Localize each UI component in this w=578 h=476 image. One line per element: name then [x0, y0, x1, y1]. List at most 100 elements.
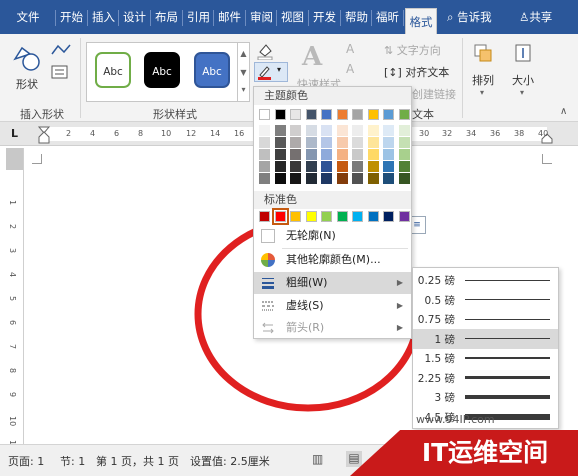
theme-color-swatch[interactable] [398, 109, 410, 120]
weight-option[interactable]: 1.5 磅 [413, 348, 558, 368]
standard-color-swatch[interactable] [398, 211, 410, 222]
theme-color-swatch[interactable] [336, 109, 348, 120]
tab-1[interactable]: 文件 [6, 0, 50, 34]
theme-shade-swatch[interactable] [352, 125, 363, 136]
theme-shade-swatch[interactable] [274, 125, 286, 136]
shape-fill-icon[interactable] [256, 42, 276, 60]
shape-outline-button[interactable]: ▾ [254, 62, 288, 82]
tab-6[interactable]: 引用 [184, 0, 213, 34]
page-indicator[interactable]: 页面: 1 [8, 453, 44, 469]
indent-marker-icon[interactable] [38, 126, 50, 144]
standard-color-swatch[interactable] [352, 211, 363, 222]
print-layout-icon[interactable]: ▤ [346, 451, 362, 467]
theme-shade-swatch[interactable] [305, 149, 317, 160]
theme-shade-swatch[interactable] [259, 125, 270, 136]
edit-shape-icon[interactable] [50, 42, 72, 58]
shape-style-sample[interactable]: Abc [194, 52, 230, 88]
theme-shade-swatch[interactable] [352, 149, 363, 160]
wordart-icon[interactable]: A [302, 42, 322, 72]
scroll-up-icon[interactable]: ▲ [238, 49, 249, 58]
arrange-label[interactable]: 排列 [466, 72, 500, 88]
theme-shade-swatch[interactable] [259, 173, 270, 184]
standard-color-swatch[interactable] [271, 208, 289, 225]
theme-shade-swatch[interactable] [259, 161, 270, 172]
scroll-down-icon[interactable]: ▼ [238, 68, 249, 77]
standard-color-swatch[interactable] [290, 211, 301, 222]
chevron-down-icon[interactable]: ▾ [480, 88, 484, 97]
theme-shade-swatch[interactable] [398, 125, 410, 136]
tab-11[interactable]: 帮助 [342, 0, 371, 34]
theme-shade-swatch[interactable] [398, 137, 410, 148]
text-fill-icon[interactable]: A [346, 42, 354, 56]
theme-color-swatch[interactable] [259, 109, 270, 120]
share-button[interactable]: ♙共享 [519, 0, 552, 34]
theme-shade-swatch[interactable] [321, 161, 332, 172]
weight-option[interactable]: 3 磅 [413, 387, 558, 407]
standard-color-swatch[interactable] [259, 211, 270, 222]
chevron-down-icon[interactable]: ▾ [520, 88, 524, 97]
standard-color-swatch[interactable] [305, 211, 317, 222]
theme-shade-swatch[interactable] [367, 137, 379, 148]
expand-gallery-icon[interactable]: ▾ [238, 85, 249, 94]
theme-shade-swatch[interactable] [305, 137, 317, 148]
theme-color-swatch[interactable] [383, 109, 394, 120]
theme-shade-swatch[interactable] [383, 149, 394, 160]
theme-shade-swatch[interactable] [290, 125, 301, 136]
theme-shade-swatch[interactable] [352, 137, 363, 148]
theme-shade-swatch[interactable] [274, 173, 286, 184]
theme-shade-swatch[interactable] [383, 137, 394, 148]
theme-shade-swatch[interactable] [290, 173, 301, 184]
text-box-icon[interactable] [50, 64, 72, 80]
tell-me-search[interactable]: ⌕ 告诉我 [447, 0, 492, 34]
dashes-item[interactable]: 虚线(S) ▶ [254, 295, 411, 317]
theme-shade-swatch[interactable] [305, 125, 317, 136]
theme-shade-swatch[interactable] [383, 173, 394, 184]
text-outline-icon[interactable]: A [346, 62, 354, 76]
shapes-button-label[interactable]: 形状 [12, 76, 42, 92]
standard-color-swatch[interactable] [321, 211, 332, 222]
theme-shade-swatch[interactable] [321, 137, 332, 148]
standard-color-swatch[interactable] [367, 211, 379, 222]
theme-shade-swatch[interactable] [305, 173, 317, 184]
size-icon[interactable] [512, 42, 534, 64]
theme-shade-swatch[interactable] [383, 125, 394, 136]
theme-shade-swatch[interactable] [336, 161, 348, 172]
theme-shade-swatch[interactable] [367, 125, 379, 136]
theme-shade-swatch[interactable] [321, 149, 332, 160]
shape-style-sample[interactable]: Abc [95, 52, 131, 88]
theme-shade-swatch[interactable] [352, 173, 363, 184]
text-direction-button[interactable]: ⇅ 文字方向 [384, 42, 441, 58]
theme-color-swatch[interactable] [274, 109, 286, 120]
tab-13[interactable]: 格式 [405, 8, 437, 34]
theme-shade-swatch[interactable] [336, 149, 348, 160]
theme-shade-swatch[interactable] [259, 149, 270, 160]
page-count[interactable]: 第 1 页，共 1 页 [96, 453, 179, 469]
tab-12[interactable]: 福昕 [373, 0, 402, 34]
theme-color-swatch[interactable] [305, 109, 317, 120]
theme-shade-swatch[interactable] [290, 149, 301, 160]
tab-9[interactable]: 视图 [278, 0, 307, 34]
theme-shade-swatch[interactable] [398, 173, 410, 184]
section-indicator[interactable]: 节: 1 [60, 453, 85, 469]
theme-shade-swatch[interactable] [367, 161, 379, 172]
theme-color-swatch[interactable] [290, 109, 301, 120]
tab-3[interactable]: 插入 [89, 0, 118, 34]
theme-shade-swatch[interactable] [367, 149, 379, 160]
theme-shade-swatch[interactable] [321, 173, 332, 184]
theme-shade-swatch[interactable] [352, 161, 363, 172]
tab-8[interactable]: 审阅 [247, 0, 276, 34]
arrange-icon[interactable] [472, 42, 494, 64]
weight-option[interactable]: 0.75 磅 [413, 309, 558, 329]
weight-option[interactable]: 0.5 磅 [413, 290, 558, 310]
theme-shade-swatch[interactable] [305, 161, 317, 172]
size-label[interactable]: 大小 [506, 72, 540, 88]
standard-color-swatch[interactable] [336, 211, 348, 222]
theme-shade-swatch[interactable] [290, 161, 301, 172]
shape-style-sample[interactable]: Abc [144, 52, 180, 88]
no-outline-item[interactable]: 无轮廓(N) [254, 225, 411, 247]
more-outline-colors-item[interactable]: 其他轮廓颜色(M)... [254, 249, 411, 271]
theme-shade-swatch[interactable] [321, 125, 332, 136]
theme-color-swatch[interactable] [321, 109, 332, 120]
theme-shade-swatch[interactable] [336, 125, 348, 136]
theme-shade-swatch[interactable] [336, 137, 348, 148]
